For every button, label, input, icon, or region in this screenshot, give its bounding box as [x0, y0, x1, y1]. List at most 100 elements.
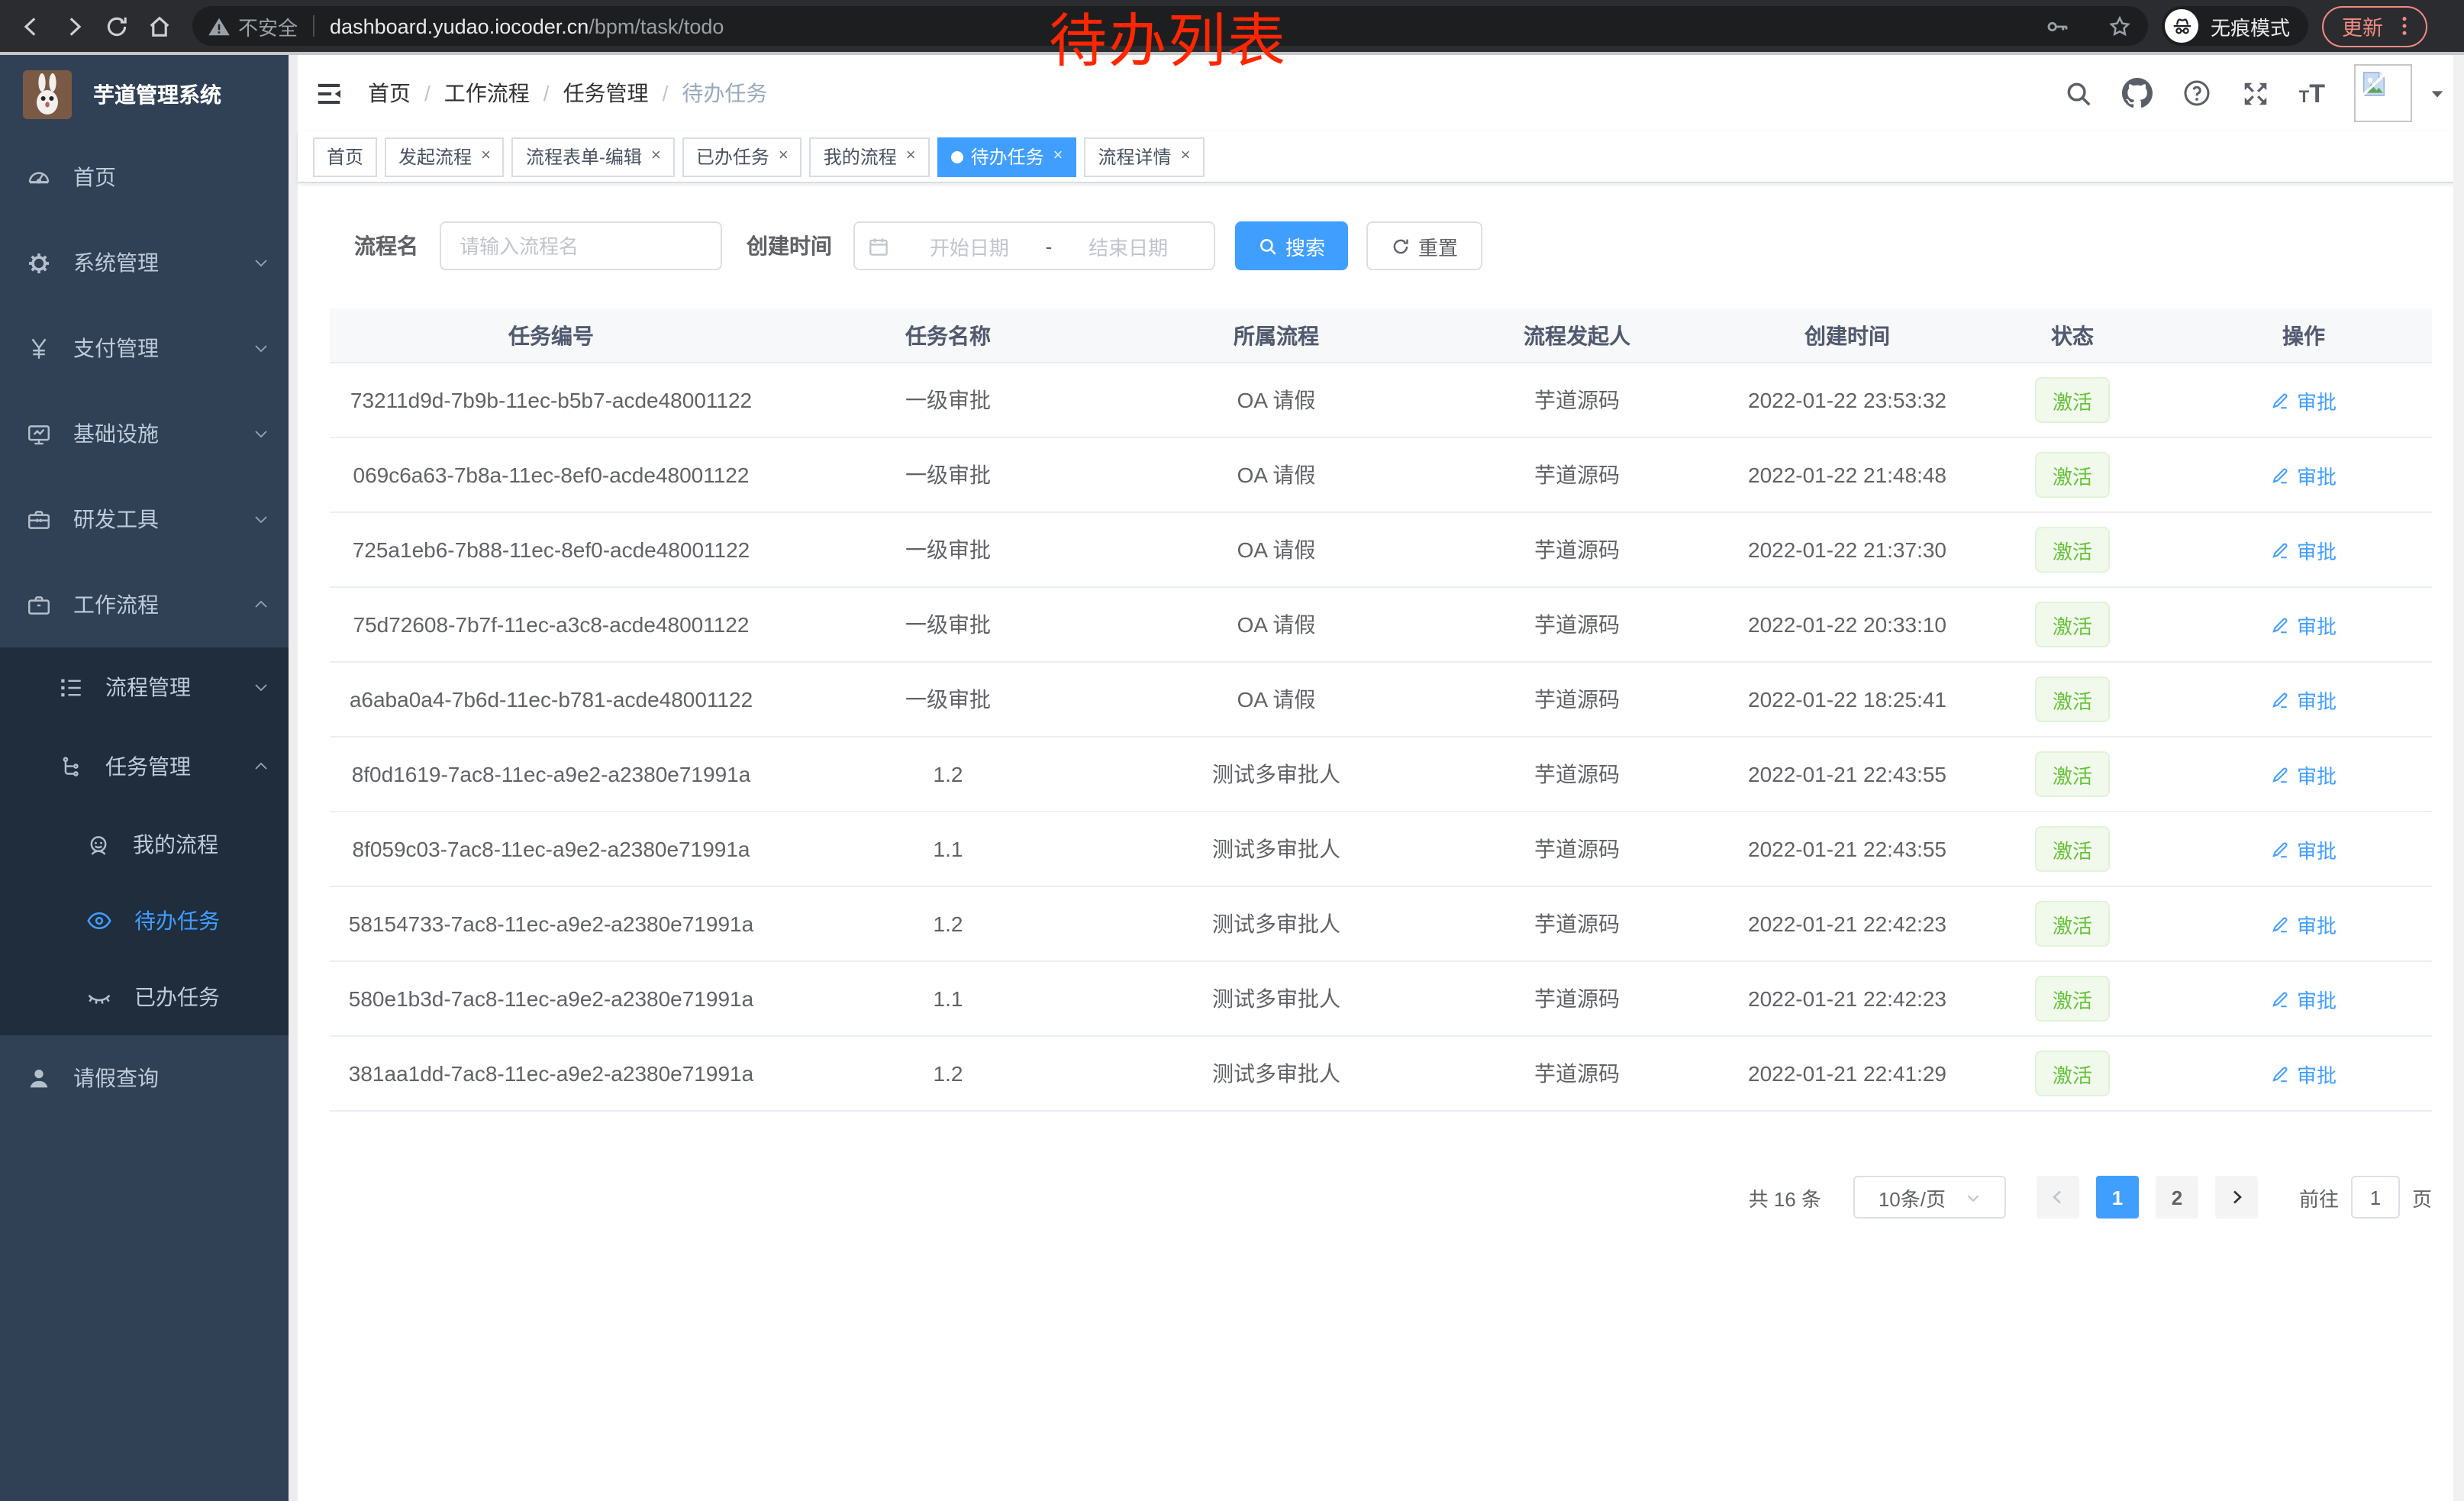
cell-task-name: 一级审批 [772, 609, 1124, 640]
table-row: 73211d9d-7b9b-11ec-b5b7-acde48001122 一级审… [330, 363, 2432, 438]
breadcrumb-item-2[interactable]: 任务管理 [563, 78, 649, 108]
approve-link[interactable]: 审批 [2271, 535, 2337, 564]
tab-6[interactable]: 流程详情 × [1085, 137, 1205, 176]
breadcrumb-item-0[interactable]: 首页 [368, 78, 411, 108]
cell-starter: 芋道源码 [1429, 460, 1725, 490]
tab-1[interactable]: 发起流程 × [385, 137, 505, 176]
approve-link[interactable]: 审批 [2271, 909, 2337, 938]
date-range-separator: - [1043, 234, 1056, 257]
page-button-1[interactable]: 1 [2096, 1176, 2139, 1219]
sidebar-item-11[interactable]: 请假查询 [0, 1035, 298, 1121]
menu-dots-icon[interactable] [2392, 14, 2417, 38]
close-icon[interactable]: × [779, 148, 789, 165]
tab-0[interactable]: 首页 [313, 137, 377, 176]
help-icon[interactable] [2182, 78, 2212, 108]
sidebar-item-10[interactable]: 已办任务 [0, 959, 298, 1035]
column-header-6: 操作 [2175, 320, 2432, 350]
avatar-caret-icon[interactable] [2429, 85, 2446, 102]
home-icon[interactable] [137, 5, 180, 47]
sidebar-item-5[interactable]: 工作流程 [0, 562, 298, 647]
next-page-button[interactable] [2215, 1176, 2258, 1219]
close-icon[interactable]: × [651, 148, 661, 165]
search-button[interactable]: 搜索 [1235, 221, 1348, 270]
sidebar-item-1[interactable]: 系统管理 [0, 220, 298, 305]
tab-4[interactable]: 我的流程 × [810, 137, 930, 176]
fullscreen-icon[interactable] [2241, 79, 2270, 108]
cell-process: OA 请假 [1124, 460, 1429, 490]
sidebar-item-0[interactable]: 首页 [0, 134, 298, 220]
hamburger-icon[interactable] [314, 79, 343, 108]
tab-5[interactable]: 待办任务 × [937, 137, 1077, 176]
sidebar-item-3[interactable]: 基础设施 [0, 391, 298, 476]
approve-link[interactable]: 审批 [2271, 1059, 2337, 1088]
cell-process: OA 请假 [1124, 609, 1429, 640]
forward-icon[interactable] [52, 5, 95, 47]
cell-task-name: 一级审批 [772, 460, 1124, 490]
sidebar-item-7[interactable]: 任务管理 [0, 727, 298, 806]
yen-icon [26, 335, 52, 361]
table-row: 8f059c03-7ac8-11ec-a9e2-a2380e71991a 1.1… [330, 812, 2432, 887]
close-icon[interactable]: × [906, 148, 916, 165]
process-name-input[interactable] [440, 221, 722, 270]
sidebar-item-4[interactable]: 研发工具 [0, 476, 298, 562]
approve-link[interactable]: 审批 [2271, 685, 2337, 714]
approve-link[interactable]: 审批 [2271, 834, 2337, 863]
filter-bar: 流程名 创建时间 开始日期 - 结束日期 搜索 [354, 221, 2432, 270]
tab-2[interactable]: 流程表单-编辑 × [512, 137, 675, 176]
close-icon[interactable]: × [1181, 148, 1191, 165]
breadcrumb-separator: / [424, 81, 431, 105]
cell-actions: 审批 [2175, 460, 2432, 489]
reload-icon[interactable] [95, 5, 137, 47]
text-size-icon[interactable]: TT [2299, 80, 2325, 106]
approve-link[interactable]: 审批 [2271, 760, 2337, 789]
sidebar-item-9[interactable]: 待办任务 [0, 883, 298, 959]
navbar: 首页/工作流程/任务管理/待办任务 TT [298, 55, 2464, 131]
dashboard-icon [26, 164, 52, 190]
cell-create-time: 2022-01-22 23:53:32 [1725, 388, 1969, 412]
sidebar-item-label: 基础设施 [73, 418, 159, 449]
cell-task-name: 1.1 [772, 986, 1124, 1011]
cell-status: 激活 [1969, 676, 2175, 722]
back-icon[interactable] [9, 5, 52, 47]
prev-page-button[interactable] [2037, 1176, 2079, 1219]
page-scrollbar[interactable] [2453, 55, 2464, 1501]
star-icon[interactable] [2107, 13, 2133, 39]
sidebar-item-label: 系统管理 [73, 247, 159, 278]
close-icon[interactable]: × [1053, 148, 1063, 165]
sidebar-item-6[interactable]: 流程管理 [0, 647, 298, 727]
sidebar-item-2[interactable]: 支付管理 [0, 305, 298, 391]
approve-link[interactable]: 审批 [2271, 460, 2337, 489]
page-size-select[interactable]: 10条/页 [1853, 1176, 2006, 1219]
search-icon[interactable] [2064, 79, 2093, 108]
edit-pen-icon [2271, 764, 2291, 784]
breadcrumb: 首页/工作流程/任务管理/待办任务 [368, 78, 767, 108]
goto-page-input[interactable] [2351, 1176, 2400, 1219]
table-row: 381aa1dd-7ac8-11ec-a9e2-a2380e71991a 1.2… [330, 1037, 2432, 1112]
close-icon[interactable]: × [481, 148, 491, 165]
github-icon[interactable] [2122, 78, 2153, 108]
sidebar-item-8[interactable]: 我的流程 [0, 806, 298, 883]
cell-starter: 芋道源码 [1429, 983, 1725, 1014]
approve-link[interactable]: 审批 [2271, 386, 2337, 415]
cell-process: 测试多审批人 [1124, 1058, 1429, 1089]
breadcrumb-item-1[interactable]: 工作流程 [444, 78, 530, 108]
key-icon[interactable] [2044, 13, 2070, 39]
status-badge: 激活 [2036, 751, 2109, 797]
cell-actions: 审批 [2175, 535, 2432, 564]
search-small-icon [1258, 236, 1278, 256]
cell-task-id: 069c6a63-7b8a-11ec-8ef0-acde48001122 [330, 463, 772, 487]
sidebar-scrollbar[interactable] [289, 55, 298, 1501]
date-range-picker[interactable]: 开始日期 - 结束日期 [853, 221, 1215, 270]
task-table: 任务编号任务名称所属流程流程发起人创建时间状态操作 73211d9d-7b9b-… [330, 308, 2432, 1112]
table-header-row: 任务编号任务名称所属流程流程发起人创建时间状态操作 [330, 308, 2432, 363]
approve-link[interactable]: 审批 [2271, 984, 2337, 1013]
cell-process: 测试多审批人 [1124, 834, 1429, 864]
approve-link[interactable]: 审批 [2271, 610, 2337, 639]
tab-3[interactable]: 已办任务 × [682, 137, 802, 176]
update-button[interactable]: 更新 [2322, 5, 2427, 47]
avatar[interactable] [2354, 64, 2412, 122]
page-button-2[interactable]: 2 [2156, 1176, 2198, 1219]
cell-actions: 审批 [2175, 386, 2432, 415]
reset-button[interactable]: 重置 [1366, 221, 1482, 270]
column-header-1: 任务名称 [772, 320, 1124, 350]
